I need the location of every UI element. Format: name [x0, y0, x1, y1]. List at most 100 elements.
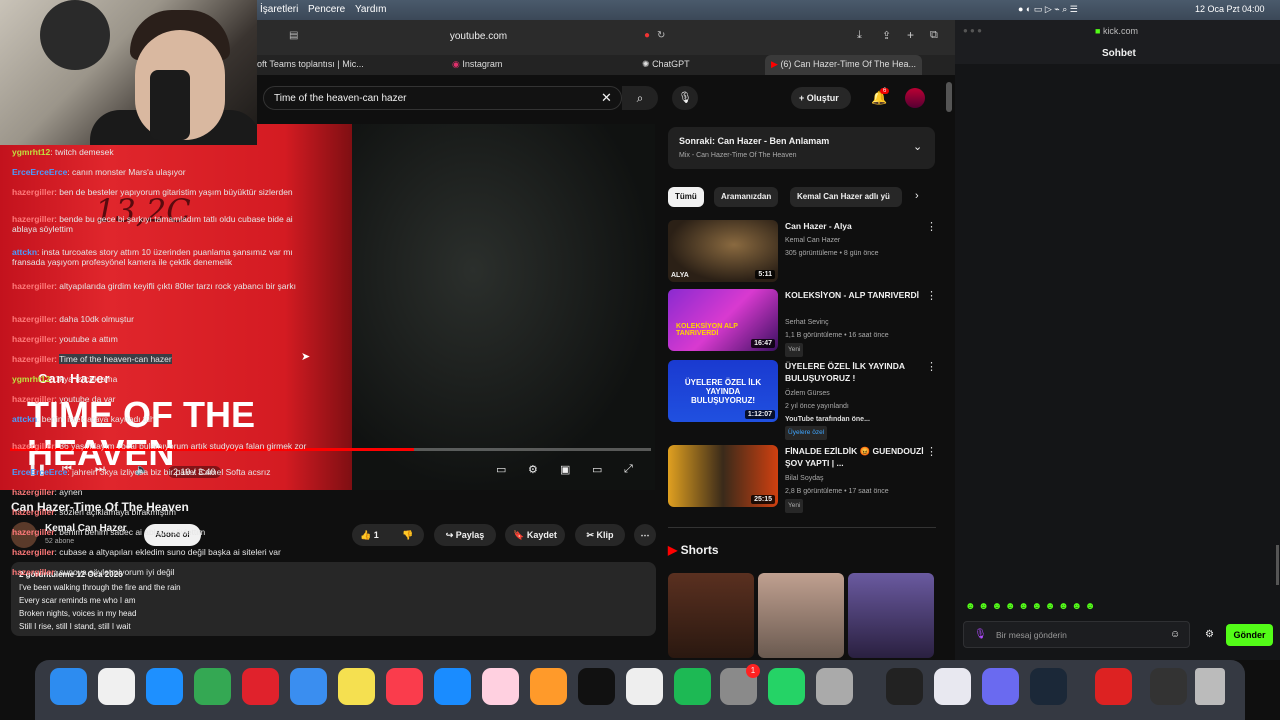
capcut-icon[interactable]	[626, 668, 663, 705]
launchpad-icon[interactable]	[98, 668, 135, 705]
gear-icon[interactable]: ⚙	[1205, 629, 1214, 640]
spotify-icon[interactable]	[674, 668, 711, 705]
chat-username[interactable]: hazergiller	[12, 314, 55, 324]
recommended-video[interactable]: ÜYELERE ÖZEL İLK YAYINDA BULUŞUYORUZ! 1:…	[668, 360, 943, 440]
chat-username[interactable]: hazergiller	[12, 527, 55, 537]
zoom-icon[interactable]	[982, 668, 1019, 705]
send-button[interactable]: Gönder	[1226, 624, 1273, 646]
video-thumbnail[interactable]: KOLEKSİYON ALP TANRIVERDİ 16:47	[668, 289, 778, 351]
video-title[interactable]: ÜYELERE ÖZEL İLK YAYINDA BULUŞUYORUZ !	[785, 360, 925, 384]
short-thumbnail[interactable]	[758, 573, 844, 658]
app-icon[interactable]	[1095, 668, 1132, 705]
menu-clock[interactable]: 12 Oca Pzt 04:00	[1195, 4, 1265, 14]
avatar[interactable]	[905, 88, 925, 108]
video-title[interactable]: Can Hazer - Alya	[785, 220, 925, 232]
chat-username[interactable]: hazergiller	[12, 354, 55, 364]
reload-icon[interactable]: ↻	[657, 30, 665, 41]
more-options-icon[interactable]: ⋮	[926, 445, 937, 458]
recommended-video[interactable]: KOLEKSİYON ALP TANRIVERDİ 16:47 KOLEKSİY…	[668, 289, 943, 357]
search-button[interactable]: ⌕	[622, 86, 658, 110]
download-icon[interactable]: ⤓	[857, 29, 862, 42]
notes-icon[interactable]	[338, 668, 375, 705]
share-button[interactable]: ↪ Paylaş	[434, 524, 496, 546]
disk-utility-icon[interactable]	[816, 668, 853, 705]
video-channel[interactable]: Kemal Can Hazer	[785, 235, 935, 247]
chat-username[interactable]: hazergiller	[12, 507, 55, 517]
video-channel[interactable]: Serhat Sevinç	[785, 317, 935, 329]
subtitles-icon[interactable]: ▭	[496, 463, 506, 476]
settings-icon[interactable]: ⚙	[528, 463, 538, 476]
chat-username[interactable]: ErceErceErce	[12, 467, 67, 477]
chat-username[interactable]: hazergiller	[12, 567, 55, 577]
obs-icon[interactable]	[886, 668, 923, 705]
window-thumbnail-icon[interactable]	[1150, 668, 1187, 705]
app-store-icon[interactable]	[434, 668, 471, 705]
mail-icon[interactable]	[290, 668, 327, 705]
create-button[interactable]: + Oluştur	[791, 87, 851, 109]
recommended-video[interactable]: ALYA 5:11 Can Hazer - Alya Kemal Can Haz…	[668, 220, 943, 284]
video-player[interactable]: 13,2C Can Hazer TIME OF THE HEAVEN	[0, 124, 655, 490]
chevron-right-icon[interactable]: ›	[915, 190, 919, 202]
short-thumbnail[interactable]	[668, 573, 754, 658]
mic-icon[interactable]: 🎙	[974, 629, 987, 640]
more-options-icon[interactable]: ⋮	[926, 220, 937, 233]
chat-username[interactable]: hazergiller	[12, 394, 55, 404]
whatsapp-icon[interactable]	[768, 668, 805, 705]
chat-username[interactable]: hazergiller	[12, 334, 55, 344]
chat-username[interactable]: hazergiller	[12, 487, 55, 497]
final-cut-icon[interactable]	[578, 668, 615, 705]
safari-icon[interactable]	[146, 668, 183, 705]
video-thumbnail[interactable]: ÜYELERE ÖZEL İLK YAYINDA BULUŞUYORUZ! 1:…	[668, 360, 778, 422]
more-actions-icon[interactable]: ⋯	[634, 524, 656, 546]
scrollbar[interactable]	[946, 82, 952, 112]
video-thumbnail[interactable]: ALYA 5:11	[668, 220, 778, 282]
menu-bookmarks[interactable]: İşaretleri	[260, 4, 298, 15]
voice-search-icon[interactable]: 🎙	[672, 86, 698, 110]
chat-username[interactable]: hazergiller	[12, 187, 55, 197]
chat-username[interactable]: hazergiller	[12, 281, 55, 291]
clear-search-icon[interactable]: ✕	[601, 90, 612, 106]
video-channel[interactable]: Bilal Soydaş	[785, 473, 935, 485]
tab-chatgpt[interactable]: ✺ ChatGPT	[642, 59, 690, 70]
url-field[interactable]: youtube.com	[257, 31, 700, 42]
scrollbar[interactable]	[1276, 545, 1279, 585]
kick-url[interactable]: ■ kick.com	[1095, 26, 1138, 36]
save-button[interactable]: 🔖 Kaydet	[505, 524, 565, 546]
tab-youtube-active[interactable]: ▶ (6) Can Hazer-Time Of The Hea...	[765, 55, 922, 75]
chat-username[interactable]: hazergiller	[12, 214, 55, 224]
recommended-video[interactable]: 25:15 FİNALDE EZİLDİK 😡 GUENDOUZİ ŞOV YA…	[668, 445, 943, 513]
tab-instagram[interactable]: ◉ Instagram	[452, 59, 502, 70]
more-options-icon[interactable]: ⋮	[926, 289, 937, 302]
cast-icon[interactable]: ▭	[592, 463, 602, 476]
chat-username[interactable]: attckn	[12, 414, 37, 424]
chat-username[interactable]: attckn	[12, 247, 37, 257]
chat-username[interactable]: ygmrht12	[12, 374, 50, 384]
emote-bar[interactable]: ☻ ☻ ☻ ☻ ☻ ☻ ☻ ☻ ☻ ☻	[965, 601, 1155, 613]
new-tab-icon[interactable]: +	[907, 28, 914, 42]
finder-icon[interactable]	[50, 668, 87, 705]
steam-icon[interactable]	[1030, 668, 1067, 705]
photos-icon[interactable]	[482, 668, 519, 705]
chip-all[interactable]: Tümü	[668, 187, 704, 207]
chat-username[interactable]: ErceErceErce	[12, 167, 67, 177]
short-thumbnail[interactable]	[848, 573, 934, 658]
menu-window[interactable]: Pencere	[308, 4, 345, 15]
chat-username[interactable]: hazergiller	[12, 547, 55, 557]
music-icon[interactable]	[386, 668, 423, 705]
pages-icon[interactable]	[530, 668, 567, 705]
chat-username[interactable]: hazergiller	[12, 441, 55, 451]
like-button[interactable]: 👍 1 👎	[352, 524, 424, 546]
more-options-icon[interactable]: ⋮	[926, 360, 937, 373]
chevron-down-icon[interactable]: ⌄	[913, 140, 922, 153]
trash-icon[interactable]	[1195, 668, 1225, 705]
video-title[interactable]: FİNALDE EZİLDİK 😡 GUENDOUZİ ŞOV YAPTI | …	[785, 445, 925, 469]
video-channel[interactable]: Özlem Gürses	[785, 388, 935, 400]
chip-channel[interactable]: Kemal Can Hazer adlı yü	[790, 187, 902, 207]
chat-username[interactable]: ygmrht12	[12, 147, 50, 157]
chrome-icon[interactable]	[194, 668, 231, 705]
up-next-panel[interactable]: Sonraki: Can Hazer - Ben Anlamam Mix - C…	[668, 127, 935, 169]
fullscreen-icon[interactable]: ⤢	[624, 463, 633, 476]
teams-icon[interactable]	[934, 668, 971, 705]
video-thumbnail[interactable]: 25:15	[668, 445, 778, 507]
share-icon[interactable]: ⇪	[882, 29, 891, 42]
